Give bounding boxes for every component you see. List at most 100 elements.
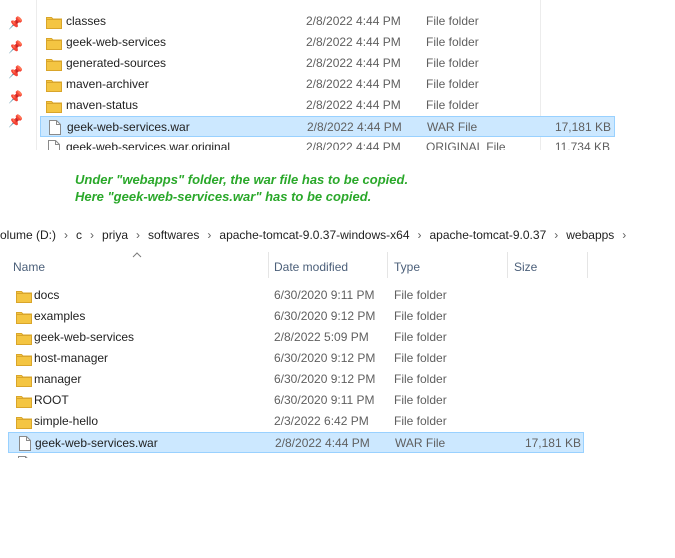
breadcrumb-item[interactable]: c xyxy=(76,226,82,244)
file-row[interactable]: geek-web-services 2/8/2022 4:44 PM File fo… xyxy=(40,32,615,53)
file-type: File folder xyxy=(426,56,479,70)
file-row[interactable]: geek-web-services.war 2/8/2022 4:44 PM WAR… xyxy=(8,432,584,453)
file-row[interactable]: simple-hello.war 2/3/2022 6:47 PM WAR File… xyxy=(8,453,584,458)
pin-icon[interactable]: 📌 xyxy=(8,90,23,104)
breadcrumb-item[interactable]: softwares xyxy=(148,226,199,244)
chevron-right-icon[interactable]: › xyxy=(136,226,140,244)
chevron-right-icon[interactable]: › xyxy=(207,226,211,244)
file-date: 2/8/2022 4:44 PM xyxy=(306,98,401,112)
file-date: 2/8/2022 4:44 PM xyxy=(275,436,370,450)
folder-icon xyxy=(46,99,62,113)
file-size: 1 KB xyxy=(494,453,580,458)
file-row[interactable]: classes 2/8/2022 4:44 PM File folder xyxy=(40,11,615,32)
folder-icon xyxy=(16,310,32,324)
folder-icon xyxy=(16,415,32,429)
column-header-type[interactable]: Type xyxy=(394,256,420,278)
file-type: ORIGINAL File xyxy=(426,140,506,150)
file-row[interactable]: generated-sources 2/8/2022 4:44 PM File fo… xyxy=(40,53,615,74)
breadcrumb-item[interactable]: olume (D:) xyxy=(0,226,56,244)
file-type: File folder xyxy=(394,414,447,428)
pin-icon[interactable]: 📌 xyxy=(8,114,23,128)
file-name: host-manager xyxy=(34,351,109,365)
file-row[interactable]: examples 6/30/2020 9:12 PM File folder xyxy=(8,306,584,327)
file-type: File folder xyxy=(394,393,447,407)
folder-icon xyxy=(46,15,62,29)
file-name: classes xyxy=(66,14,107,28)
folder-icon xyxy=(16,289,32,303)
breadcrumb-item[interactable]: apache-tomcat-9.0.37 xyxy=(430,226,547,244)
file-name: maven-status xyxy=(66,98,139,112)
file-name: geek-web-services.war xyxy=(67,120,190,134)
file-date: 2/8/2022 5:09 PM xyxy=(274,330,369,344)
file-date: 6/30/2020 9:11 PM xyxy=(274,288,375,302)
file-name: docs xyxy=(34,288,60,302)
top-file-list: classes 2/8/2022 4:44 PM File folder geek-w… xyxy=(40,0,620,150)
column-header-name[interactable]: Name xyxy=(13,256,45,278)
file-type: WAR File xyxy=(427,120,478,134)
file-type: File folder xyxy=(394,372,447,386)
file-row[interactable]: maven-archiver 2/8/2022 4:44 PM File folde… xyxy=(40,74,615,95)
annotation-text: Under "webapps" folder, the war file has… xyxy=(75,171,408,205)
breadcrumb-item[interactable]: webapps xyxy=(566,226,614,244)
file-date: 6/30/2020 9:11 PM xyxy=(274,393,375,407)
chevron-right-icon[interactable]: › xyxy=(64,226,68,244)
file-date: 2/8/2022 4:44 PM xyxy=(306,56,401,70)
file-icon xyxy=(49,120,61,135)
column-header-date[interactable]: Date modified xyxy=(274,256,348,278)
file-row[interactable]: manager 6/30/2020 9:12 PM File folder xyxy=(8,369,584,390)
file-row[interactable]: host-manager 6/30/2020 9:12 PM File folder xyxy=(8,348,584,369)
file-name: geek-web-services xyxy=(34,330,135,344)
file-name: geek-web-services.war.original xyxy=(66,140,231,150)
file-row[interactable]: maven-status 2/8/2022 4:44 PM File folder xyxy=(40,95,615,116)
file-date: 2/8/2022 4:44 PM xyxy=(306,77,401,91)
file-name: geek-web-services xyxy=(66,35,167,49)
column-header-size[interactable]: Size xyxy=(514,256,537,278)
file-type: File folder xyxy=(394,351,447,365)
file-row[interactable]: ROOT 6/30/2020 9:11 PM File folder xyxy=(8,390,584,411)
file-type: File folder xyxy=(426,14,479,28)
chevron-right-icon[interactable]: › xyxy=(90,226,94,244)
file-date: 6/30/2020 9:12 PM xyxy=(274,309,376,323)
file-type: File folder xyxy=(394,288,447,302)
chevron-right-icon[interactable]: › xyxy=(554,226,558,244)
file-name: simple-hello.war xyxy=(34,453,121,458)
file-size: 17,181 KB xyxy=(554,120,611,134)
file-size: 17,181 KB xyxy=(524,436,581,450)
breadcrumb-item[interactable]: apache-tomcat-9.0.37-windows-x64 xyxy=(219,226,409,244)
file-date: 2/8/2022 4:44 PM xyxy=(307,120,402,134)
file-name: simple-hello xyxy=(34,414,99,428)
folder-icon xyxy=(46,78,62,92)
chevron-right-icon[interactable]: › xyxy=(418,226,422,244)
folder-icon xyxy=(16,352,32,366)
file-type: WAR File xyxy=(395,436,446,450)
file-date: 6/30/2020 9:12 PM xyxy=(274,372,376,386)
file-icon xyxy=(19,436,31,451)
file-row[interactable]: simple-hello 2/3/2022 6:42 PM File folder xyxy=(8,411,584,432)
file-name: examples xyxy=(34,309,86,323)
file-name: manager xyxy=(34,372,82,386)
file-row[interactable]: docs 6/30/2020 9:11 PM File folder xyxy=(8,285,584,306)
file-icon xyxy=(18,456,30,458)
folder-icon xyxy=(16,331,32,345)
pin-icon[interactable]: 📌 xyxy=(8,16,23,30)
file-date: 2/3/2022 6:42 PM xyxy=(274,414,369,428)
pin-icon[interactable]: 📌 xyxy=(8,65,23,79)
breadcrumb-item[interactable]: priya xyxy=(102,226,128,244)
pin-icon[interactable]: 📌 xyxy=(8,40,23,54)
folder-icon xyxy=(46,36,62,50)
file-type: File folder xyxy=(426,35,479,49)
file-type: File folder xyxy=(426,77,479,91)
file-name: maven-archiver xyxy=(66,77,149,91)
file-type: File folder xyxy=(394,309,447,323)
file-row[interactable]: geek-web-services.war.original 2/8/2022 4… xyxy=(40,137,615,150)
file-icon xyxy=(48,140,60,150)
file-date: 2/8/2022 4:44 PM xyxy=(306,140,401,150)
file-name: geek-web-services.war xyxy=(35,436,158,450)
file-type: WAR File xyxy=(394,453,444,458)
file-row[interactable]: geek-web-services 2/8/2022 5:09 PM File fo… xyxy=(8,327,584,348)
file-row[interactable]: geek-web-services.war 2/8/2022 4:44 PM WAR… xyxy=(40,116,615,137)
file-name: generated-sources xyxy=(66,56,167,70)
annotation-line-2: Here "geek-web-services.war" has to be c… xyxy=(75,189,372,204)
chevron-right-icon[interactable]: › xyxy=(622,226,626,244)
folder-icon xyxy=(46,57,62,71)
